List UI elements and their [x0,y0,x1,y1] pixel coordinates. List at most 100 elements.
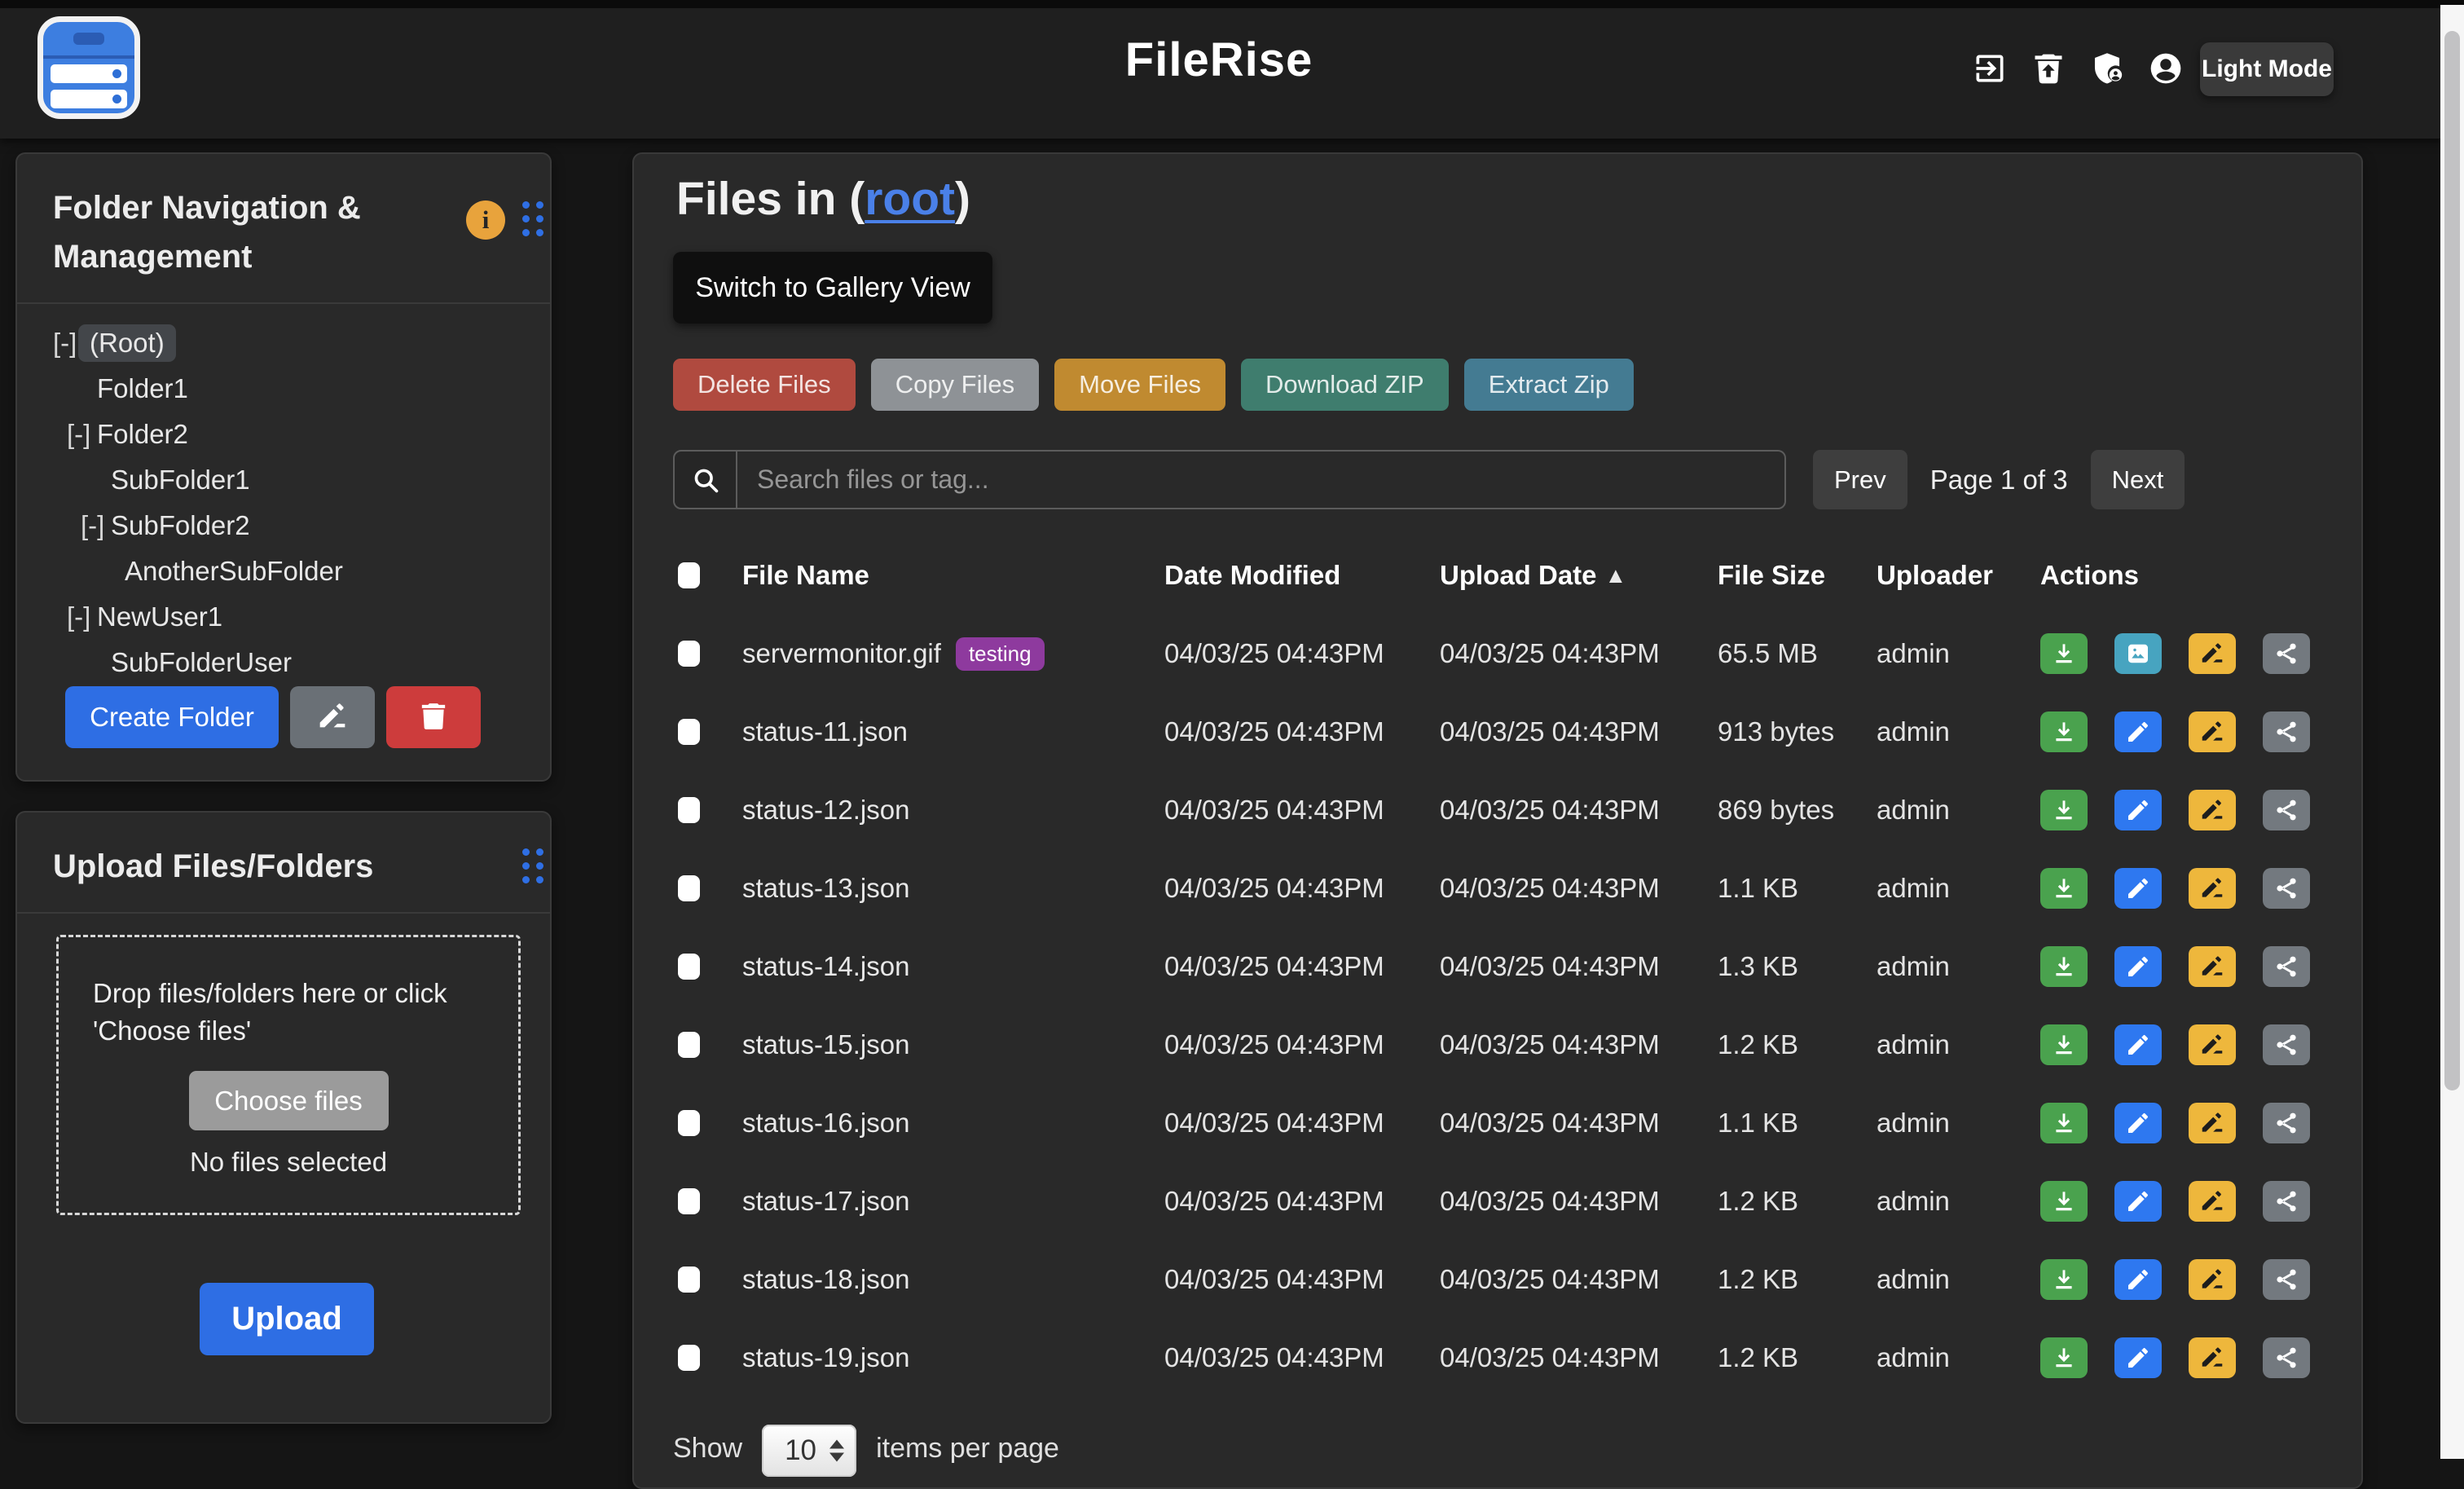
edit-button[interactable] [2114,1337,2162,1378]
row-checkbox[interactable] [678,797,700,823]
rename-button[interactable] [2189,1259,2236,1300]
share-button[interactable] [2263,946,2310,987]
folder-tree-item-folder2[interactable]: [-]Folder2 [17,412,550,457]
edit-button[interactable] [2114,946,2162,987]
rename-button[interactable] [2189,1103,2236,1143]
folder-tree-item-subfolderuser[interactable]: SubFolderUser [17,640,550,685]
folder-tree-item-subfolder2[interactable]: [-]SubFolder2 [17,503,550,548]
file-name[interactable]: status-16.json [742,1108,909,1139]
folder-label[interactable]: Folder2 [97,419,188,450]
file-name[interactable]: status-13.json [742,873,909,904]
share-button[interactable] [2263,1181,2310,1222]
current-folder-link[interactable]: root [865,173,955,225]
row-checkbox[interactable] [678,875,700,901]
next-page-button[interactable]: Next [2091,450,2185,509]
file-name[interactable]: status-18.json [742,1264,909,1295]
share-button[interactable] [2263,868,2310,909]
column-header-uploader[interactable]: Uploader [1877,560,2040,591]
row-checkbox[interactable] [678,1032,700,1058]
folder-label[interactable]: SubFolderUser [111,647,292,678]
file-name[interactable]: status-17.json [742,1186,909,1217]
rename-button[interactable] [2189,790,2236,830]
file-name[interactable]: status-11.json [742,716,908,747]
share-button[interactable] [2263,1337,2310,1378]
create-folder-button[interactable]: Create Folder [65,686,279,748]
prev-page-button[interactable]: Prev [1813,450,1907,509]
download-button[interactable] [2040,1024,2088,1065]
edit-button[interactable] [2114,790,2162,830]
row-checkbox[interactable] [678,1188,700,1214]
download-button[interactable] [2040,868,2088,909]
file-name[interactable]: status-12.json [742,795,909,826]
scrollbar-thumb[interactable] [2444,31,2460,1090]
delete-files-button[interactable]: Delete Files [673,359,856,411]
folder-tree-item-subfolder1[interactable]: SubFolder1 [17,457,550,503]
download-button[interactable] [2040,946,2088,987]
logout-icon[interactable] [1972,51,2008,86]
share-button[interactable] [2263,1103,2310,1143]
switch-gallery-view-button[interactable]: Switch to Gallery View [673,252,992,324]
delete-folder-button[interactable] [386,686,481,748]
row-checkbox[interactable] [678,1345,700,1371]
info-icon[interactable]: i [466,200,505,240]
download-button[interactable] [2040,1103,2088,1143]
folder-tree-item-root[interactable]: [-](Root) [17,320,550,366]
edit-button[interactable] [2114,868,2162,909]
column-header-upload-date[interactable]: Upload Date▲ [1440,560,1718,591]
edit-button[interactable] [2114,1259,2162,1300]
download-button[interactable] [2040,1259,2088,1300]
rename-button[interactable] [2189,1024,2236,1065]
file-name[interactable]: status-19.json [742,1342,909,1373]
rename-button[interactable] [2189,1181,2236,1222]
items-per-page-select[interactable]: 10 [762,1425,856,1477]
folder-label[interactable]: (Root) [78,324,176,362]
drag-handle-icon[interactable] [522,848,543,883]
tree-collapse-toggle[interactable]: [-] [67,601,97,632]
folder-tree-item-folder1[interactable]: Folder1 [17,366,550,412]
folder-label[interactable]: AnotherSubFolder [125,556,343,587]
column-header-actions[interactable]: Actions [2040,560,2325,591]
upload-button[interactable]: Upload [200,1283,374,1355]
preview-image-button[interactable] [2114,633,2162,674]
download-button[interactable] [2040,1181,2088,1222]
edit-button[interactable] [2114,1103,2162,1143]
file-name[interactable]: status-15.json [742,1029,909,1060]
folder-label[interactable]: SubFolder1 [111,465,250,496]
download-button[interactable] [2040,711,2088,752]
row-checkbox[interactable] [678,954,700,980]
folder-tree-item-anothersubfolder[interactable]: AnotherSubFolder [17,548,550,594]
admin-shield-icon[interactable] [2089,51,2125,86]
rename-button[interactable] [2189,711,2236,752]
file-dropzone[interactable]: Drop files/folders here or click 'Choose… [56,935,521,1215]
share-button[interactable] [2263,790,2310,830]
edit-button[interactable] [2114,1181,2162,1222]
tree-collapse-toggle[interactable]: [-] [81,510,111,541]
restore-trash-icon[interactable] [2031,51,2066,86]
folder-label[interactable]: Folder1 [97,373,188,404]
tree-collapse-toggle[interactable]: [-] [67,419,97,450]
row-checkbox[interactable] [678,719,700,745]
share-button[interactable] [2263,711,2310,752]
edit-button[interactable] [2114,1024,2162,1065]
column-header-date-modified[interactable]: Date Modified [1164,560,1440,591]
rename-button[interactable] [2189,868,2236,909]
choose-files-button[interactable]: Choose files [189,1071,389,1130]
page-scrollbar[interactable] [2440,5,2464,1459]
move-files-button[interactable]: Move Files [1054,359,1225,411]
row-checkbox[interactable] [678,1110,700,1136]
download-button[interactable] [2040,790,2088,830]
search-input[interactable] [737,450,1786,509]
column-header-file-name[interactable]: File Name [742,560,1164,591]
row-checkbox[interactable] [678,641,700,667]
user-account-icon[interactable] [2148,51,2184,86]
filerise-logo-icon[interactable] [37,16,140,119]
column-header-file-size[interactable]: File Size [1718,560,1877,591]
rename-folder-button[interactable] [290,686,375,748]
select-all-checkbox[interactable] [678,562,700,588]
share-button[interactable] [2263,633,2310,674]
extract-zip-button[interactable]: Extract Zip [1464,359,1634,411]
drag-handle-icon[interactable] [522,201,543,236]
share-button[interactable] [2263,1259,2310,1300]
light-mode-button[interactable]: Light Mode [2200,42,2334,96]
copy-files-button[interactable]: Copy Files [871,359,1039,411]
